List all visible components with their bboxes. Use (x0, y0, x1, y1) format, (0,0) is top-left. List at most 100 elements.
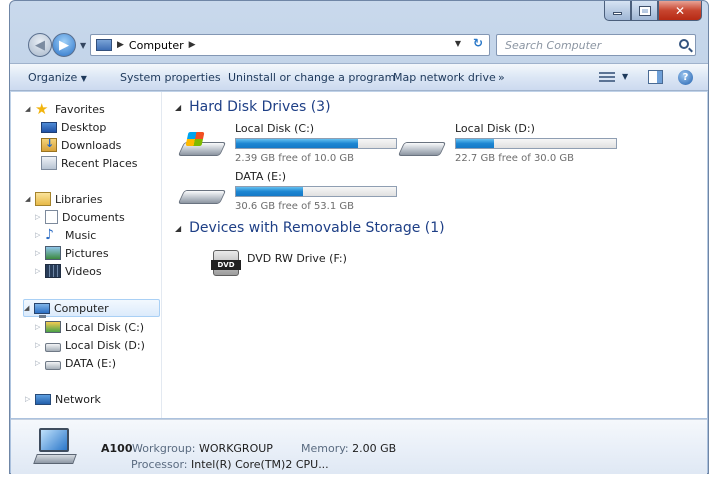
nav-label: Network (55, 392, 101, 406)
nav-label: Pictures (65, 246, 109, 260)
breadcrumb-computer[interactable]: Computer (129, 39, 184, 52)
explorer-window: ✕ ◀ ▶ ▼ ▶ Computer ▶ ▼ ↻ Search Computer… (9, 0, 709, 474)
nav-recent-places[interactable]: Recent Places (41, 154, 138, 172)
nav-libraries[interactable]: ◢ Libraries (25, 190, 103, 208)
expanded-arrow-icon[interactable]: ◢ (24, 304, 32, 312)
preview-pane-icon[interactable] (648, 70, 663, 84)
drive-usage-bar (235, 186, 397, 197)
nav-network[interactable]: ▷ Network (25, 390, 101, 408)
navigation-pane[interactable]: ◢★Favorites Desktop Downloads Recent Pla… (11, 92, 162, 418)
views-dropdown[interactable]: ▼ (622, 72, 628, 81)
hard-drive-icon (177, 186, 227, 208)
refresh-icon[interactable]: ↻ (473, 36, 483, 50)
forward-icon: ▶ (59, 37, 69, 53)
group-title: Hard Disk Drives (3) (189, 99, 331, 115)
drive-usage-fill (456, 139, 495, 148)
group-header-removable[interactable]: ◢ Devices with Removable Storage (1) (175, 220, 445, 236)
help-icon[interactable]: ? (678, 70, 693, 85)
file-view[interactable]: ◢ Hard Disk Drives (3) Local Disk (C:) 2.… (163, 92, 707, 418)
recent-pages-dropdown[interactable]: ▼ (80, 41, 86, 50)
map-network-drive-button[interactable]: Map network drive (393, 71, 496, 84)
maximize-icon (638, 5, 651, 16)
drive-usage-bar (235, 138, 397, 149)
group-title: Devices with Removable Storage (1) (189, 220, 445, 236)
detail-label: Workgroup: (132, 442, 196, 455)
drive-item-e[interactable]: DATA (E:) 30.6 GB free of 53.1 GB (177, 170, 411, 214)
address-bar[interactable]: ▶ Computer ▶ ▼ ↻ (90, 34, 490, 56)
nav-label: Documents (62, 210, 125, 224)
expanded-arrow-icon[interactable]: ◢ (175, 103, 181, 112)
nav-label: Music (65, 228, 97, 242)
drive-item-d[interactable]: Local Disk (D:) 22.7 GB free of 30.0 GB (397, 122, 631, 166)
nav-label: Libraries (55, 192, 103, 206)
videos-icon (45, 264, 61, 278)
nav-local-disk-d[interactable]: ▷ Local Disk (D:) (35, 336, 145, 354)
minimize-button[interactable] (604, 1, 631, 21)
maximize-button[interactable] (631, 1, 658, 21)
expanded-arrow-icon[interactable]: ◢ (25, 105, 33, 113)
windows-logo-icon (185, 132, 205, 146)
network-icon (35, 393, 51, 405)
drive-usage-fill (236, 139, 358, 148)
nav-local-disk-c[interactable]: ▷ Local Disk (C:) (35, 318, 144, 336)
collapsed-arrow-icon[interactable]: ▷ (35, 249, 43, 257)
collapsed-arrow-icon[interactable]: ▷ (35, 231, 43, 239)
nav-pictures[interactable]: ▷ Pictures (35, 244, 109, 262)
documents-icon (45, 210, 58, 224)
back-button[interactable]: ◀ (28, 33, 52, 57)
uninstall-button[interactable]: Uninstall or change a program (228, 71, 395, 84)
nav-videos[interactable]: ▷ Videos (35, 262, 102, 280)
detail-workgroup: Workgroup: WORKGROUP (132, 442, 273, 455)
views-icon[interactable] (599, 70, 615, 84)
detail-processor: Processor: Intel(R) Core(TM)2 CPU... (131, 458, 329, 471)
drive-item-c[interactable]: Local Disk (C:) 2.39 GB free of 10.0 GB (177, 122, 411, 166)
window-controls: ✕ (604, 1, 702, 21)
collapsed-arrow-icon[interactable]: ▷ (35, 359, 43, 367)
group-header-hard-disks[interactable]: ◢ Hard Disk Drives (3) (175, 99, 331, 115)
breadcrumb-separator[interactable]: ▶ (189, 40, 196, 50)
computer-icon (33, 428, 77, 466)
hard-drive-icon (177, 132, 227, 160)
search-box[interactable]: Search Computer (496, 34, 696, 56)
nav-desktop[interactable]: Desktop (41, 118, 106, 136)
nav-label: Local Disk (D:) (65, 338, 145, 352)
breadcrumb-separator[interactable]: ▶ (117, 40, 124, 50)
nav-label: Desktop (61, 120, 107, 134)
address-dropdown[interactable]: ▼ (455, 39, 461, 48)
star-icon: ★ (35, 100, 49, 118)
nav-documents[interactable]: ▷ Documents (35, 208, 125, 226)
collapsed-arrow-icon[interactable]: ▷ (25, 395, 33, 403)
drive-name: DATA (E:) (235, 170, 287, 183)
expanded-arrow-icon[interactable]: ◢ (175, 224, 181, 233)
nav-computer[interactable]: ◢ Computer (23, 299, 160, 318)
nav-downloads[interactable]: Downloads (41, 136, 121, 154)
collapsed-arrow-icon[interactable]: ▷ (35, 323, 43, 331)
nav-data-e[interactable]: ▷ DATA (E:) (35, 354, 116, 372)
nav-label: Computer (54, 301, 109, 315)
collapsed-arrow-icon[interactable]: ▷ (35, 341, 43, 349)
hard-drive-icon (397, 138, 447, 160)
collapsed-arrow-icon[interactable]: ▷ (35, 213, 43, 221)
expanded-arrow-icon[interactable]: ◢ (25, 195, 33, 203)
computer-icon (96, 39, 112, 51)
drive-item-dvd[interactable]: DVD DVD RW Drive (F:) (211, 242, 371, 282)
collapsed-arrow-icon[interactable]: ▷ (35, 267, 43, 275)
forward-button[interactable]: ▶ (52, 33, 76, 57)
drive-usage-bar (455, 138, 617, 149)
close-button[interactable]: ✕ (658, 1, 702, 21)
search-placeholder[interactable]: Search Computer (505, 39, 601, 52)
chevron-down-icon: ▼ (80, 74, 87, 83)
system-properties-button[interactable]: System properties (120, 71, 221, 84)
organize-label: Organize (28, 71, 78, 84)
title-bar[interactable]: ✕ (10, 1, 708, 27)
detail-value: 2.00 GB (352, 442, 397, 455)
nav-favorites[interactable]: ◢ ★ Favorites (25, 100, 105, 118)
nav-music[interactable]: ▷ ♪ Music (35, 226, 96, 244)
computer-icon (34, 302, 50, 318)
drive-name: DVD RW Drive (F:) (247, 252, 347, 265)
drive-name: Local Disk (C:) (235, 122, 315, 135)
libraries-icon (35, 192, 51, 206)
organize-button[interactable]: Organize ▼ (28, 71, 87, 84)
search-icon[interactable] (679, 39, 689, 49)
more-commands-button[interactable]: » (498, 71, 505, 84)
